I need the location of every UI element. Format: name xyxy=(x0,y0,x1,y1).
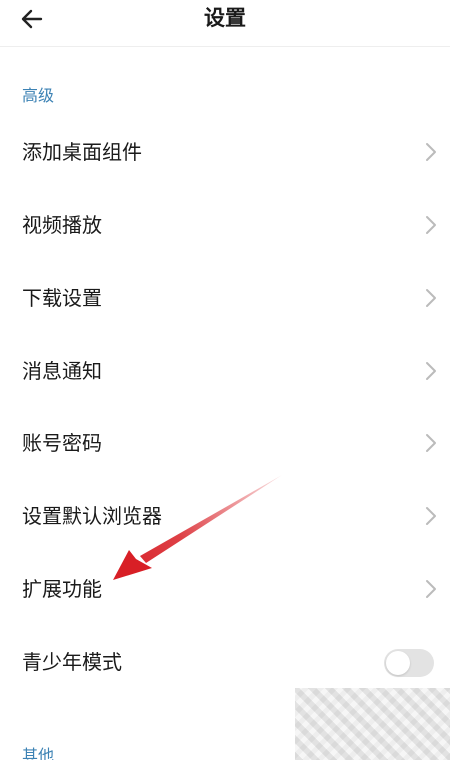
settings-item-label: 视频播放 xyxy=(22,213,102,237)
settings-item-account-password[interactable]: 账号密码 xyxy=(0,415,450,471)
toggle-knob xyxy=(386,651,410,675)
page-title: 设置 xyxy=(204,6,246,30)
settings-item-notifications[interactable]: 消息通知 xyxy=(0,343,450,399)
settings-item-default-browser[interactable]: 设置默认浏览器 xyxy=(0,488,450,544)
settings-item-label: 下载设置 xyxy=(22,286,102,310)
settings-item-add-widget[interactable]: 添加桌面组件 xyxy=(0,124,450,180)
chevron-right-icon xyxy=(426,143,436,161)
settings-item-video-playback[interactable]: 视频播放 xyxy=(0,197,450,253)
chevron-right-icon xyxy=(426,216,436,234)
top-bar: 设置 xyxy=(0,0,450,47)
chevron-right-icon xyxy=(426,362,436,380)
section-header-other: 其他 xyxy=(22,746,55,760)
settings-item-label: 青少年模式 xyxy=(22,650,122,674)
chevron-right-icon xyxy=(426,434,436,452)
chevron-right-icon xyxy=(426,507,436,525)
chevron-right-icon xyxy=(426,580,436,598)
settings-item-label: 消息通知 xyxy=(22,359,102,383)
settings-item-label: 账号密码 xyxy=(22,431,102,455)
settings-item-extensions[interactable]: 扩展功能 xyxy=(0,561,450,617)
settings-item-teen-mode: 青少年模式 xyxy=(0,634,450,690)
settings-item-download-settings[interactable]: 下载设置 xyxy=(0,270,450,326)
chevron-right-icon xyxy=(426,289,436,307)
settings-screen: 设置 高级 添加桌面组件 视频播放 下载设置 消息通知 账号密码 设置默认浏览器 xyxy=(0,0,450,760)
settings-item-label: 扩展功能 xyxy=(22,577,102,601)
watermark-blur xyxy=(295,688,450,760)
settings-item-label: 添加桌面组件 xyxy=(22,140,142,164)
settings-item-label: 设置默认浏览器 xyxy=(22,504,162,528)
section-header-advanced: 高级 xyxy=(22,86,55,105)
teen-mode-toggle[interactable] xyxy=(384,649,434,677)
